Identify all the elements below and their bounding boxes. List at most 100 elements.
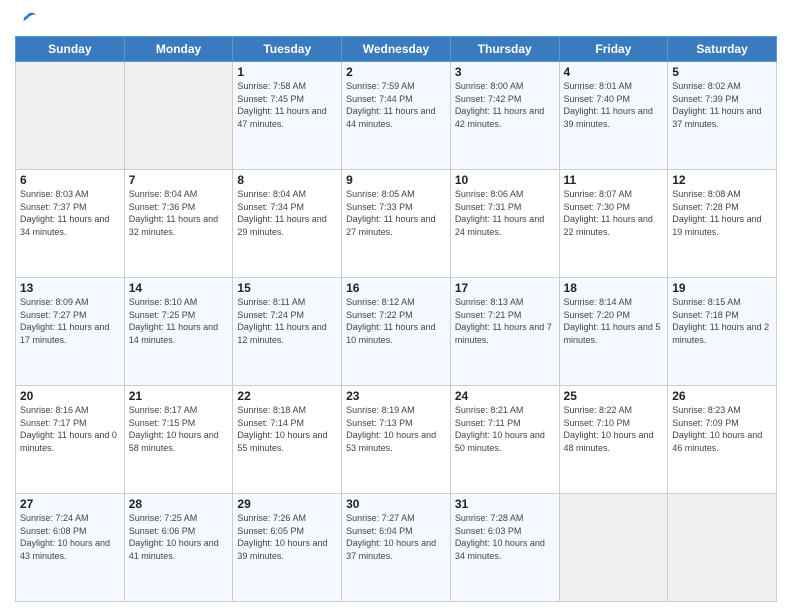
calendar-cell	[668, 494, 777, 602]
day-info: Sunrise: 8:21 AMSunset: 7:11 PMDaylight:…	[455, 404, 555, 454]
day-number: 31	[455, 497, 555, 511]
calendar-cell: 21Sunrise: 8:17 AMSunset: 7:15 PMDayligh…	[124, 386, 233, 494]
day-info: Sunrise: 8:01 AMSunset: 7:40 PMDaylight:…	[564, 80, 664, 130]
calendar-cell: 18Sunrise: 8:14 AMSunset: 7:20 PMDayligh…	[559, 278, 668, 386]
day-of-week-header: Sunday	[16, 37, 125, 62]
day-of-week-header: Friday	[559, 37, 668, 62]
day-number: 2	[346, 65, 446, 79]
day-number: 27	[20, 497, 120, 511]
calendar-cell: 28Sunrise: 7:25 AMSunset: 6:06 PMDayligh…	[124, 494, 233, 602]
day-info: Sunrise: 8:10 AMSunset: 7:25 PMDaylight:…	[129, 296, 229, 346]
calendar-body: 1Sunrise: 7:58 AMSunset: 7:45 PMDaylight…	[16, 62, 777, 602]
day-info: Sunrise: 8:12 AMSunset: 7:22 PMDaylight:…	[346, 296, 446, 346]
calendar-cell: 6Sunrise: 8:03 AMSunset: 7:37 PMDaylight…	[16, 170, 125, 278]
day-info: Sunrise: 8:09 AMSunset: 7:27 PMDaylight:…	[20, 296, 120, 346]
day-info: Sunrise: 7:25 AMSunset: 6:06 PMDaylight:…	[129, 512, 229, 562]
day-number: 6	[20, 173, 120, 187]
day-info: Sunrise: 8:03 AMSunset: 7:37 PMDaylight:…	[20, 188, 120, 238]
calendar-cell: 7Sunrise: 8:04 AMSunset: 7:36 PMDaylight…	[124, 170, 233, 278]
day-number: 19	[672, 281, 772, 295]
day-info: Sunrise: 8:00 AMSunset: 7:42 PMDaylight:…	[455, 80, 555, 130]
calendar-cell: 23Sunrise: 8:19 AMSunset: 7:13 PMDayligh…	[342, 386, 451, 494]
day-info: Sunrise: 7:28 AMSunset: 6:03 PMDaylight:…	[455, 512, 555, 562]
calendar-cell: 12Sunrise: 8:08 AMSunset: 7:28 PMDayligh…	[668, 170, 777, 278]
calendar-cell: 4Sunrise: 8:01 AMSunset: 7:40 PMDaylight…	[559, 62, 668, 170]
day-info: Sunrise: 8:23 AMSunset: 7:09 PMDaylight:…	[672, 404, 772, 454]
day-number: 3	[455, 65, 555, 79]
header	[15, 10, 777, 30]
day-info: Sunrise: 7:59 AMSunset: 7:44 PMDaylight:…	[346, 80, 446, 130]
calendar-table: SundayMondayTuesdayWednesdayThursdayFrid…	[15, 36, 777, 602]
day-info: Sunrise: 7:58 AMSunset: 7:45 PMDaylight:…	[237, 80, 337, 130]
day-info: Sunrise: 8:05 AMSunset: 7:33 PMDaylight:…	[346, 188, 446, 238]
day-info: Sunrise: 8:15 AMSunset: 7:18 PMDaylight:…	[672, 296, 772, 346]
day-number: 14	[129, 281, 229, 295]
day-number: 9	[346, 173, 446, 187]
calendar-cell: 3Sunrise: 8:00 AMSunset: 7:42 PMDaylight…	[450, 62, 559, 170]
day-number: 11	[564, 173, 664, 187]
day-number: 10	[455, 173, 555, 187]
day-of-week-header: Thursday	[450, 37, 559, 62]
day-number: 15	[237, 281, 337, 295]
calendar-cell: 13Sunrise: 8:09 AMSunset: 7:27 PMDayligh…	[16, 278, 125, 386]
day-number: 7	[129, 173, 229, 187]
day-number: 18	[564, 281, 664, 295]
calendar-week-row: 1Sunrise: 7:58 AMSunset: 7:45 PMDaylight…	[16, 62, 777, 170]
day-number: 28	[129, 497, 229, 511]
calendar-cell: 16Sunrise: 8:12 AMSunset: 7:22 PMDayligh…	[342, 278, 451, 386]
day-number: 17	[455, 281, 555, 295]
day-info: Sunrise: 8:14 AMSunset: 7:20 PMDaylight:…	[564, 296, 664, 346]
calendar-header-row: SundayMondayTuesdayWednesdayThursdayFrid…	[16, 37, 777, 62]
calendar-cell: 29Sunrise: 7:26 AMSunset: 6:05 PMDayligh…	[233, 494, 342, 602]
calendar-cell: 25Sunrise: 8:22 AMSunset: 7:10 PMDayligh…	[559, 386, 668, 494]
calendar-cell: 22Sunrise: 8:18 AMSunset: 7:14 PMDayligh…	[233, 386, 342, 494]
calendar-cell: 15Sunrise: 8:11 AMSunset: 7:24 PMDayligh…	[233, 278, 342, 386]
calendar-cell: 14Sunrise: 8:10 AMSunset: 7:25 PMDayligh…	[124, 278, 233, 386]
day-info: Sunrise: 8:08 AMSunset: 7:28 PMDaylight:…	[672, 188, 772, 238]
calendar-cell: 9Sunrise: 8:05 AMSunset: 7:33 PMDaylight…	[342, 170, 451, 278]
day-info: Sunrise: 8:13 AMSunset: 7:21 PMDaylight:…	[455, 296, 555, 346]
day-number: 4	[564, 65, 664, 79]
calendar-page: SundayMondayTuesdayWednesdayThursdayFrid…	[0, 0, 792, 612]
calendar-cell: 8Sunrise: 8:04 AMSunset: 7:34 PMDaylight…	[233, 170, 342, 278]
day-number: 12	[672, 173, 772, 187]
calendar-week-row: 27Sunrise: 7:24 AMSunset: 6:08 PMDayligh…	[16, 494, 777, 602]
calendar-cell: 11Sunrise: 8:07 AMSunset: 7:30 PMDayligh…	[559, 170, 668, 278]
day-number: 5	[672, 65, 772, 79]
day-number: 23	[346, 389, 446, 403]
calendar-cell: 17Sunrise: 8:13 AMSunset: 7:21 PMDayligh…	[450, 278, 559, 386]
day-info: Sunrise: 7:27 AMSunset: 6:04 PMDaylight:…	[346, 512, 446, 562]
calendar-cell: 26Sunrise: 8:23 AMSunset: 7:09 PMDayligh…	[668, 386, 777, 494]
day-number: 26	[672, 389, 772, 403]
day-number: 16	[346, 281, 446, 295]
day-info: Sunrise: 8:04 AMSunset: 7:36 PMDaylight:…	[129, 188, 229, 238]
calendar-cell: 5Sunrise: 8:02 AMSunset: 7:39 PMDaylight…	[668, 62, 777, 170]
day-info: Sunrise: 8:02 AMSunset: 7:39 PMDaylight:…	[672, 80, 772, 130]
day-of-week-header: Monday	[124, 37, 233, 62]
day-info: Sunrise: 8:06 AMSunset: 7:31 PMDaylight:…	[455, 188, 555, 238]
calendar-cell: 31Sunrise: 7:28 AMSunset: 6:03 PMDayligh…	[450, 494, 559, 602]
day-number: 21	[129, 389, 229, 403]
logo-bird-icon	[18, 10, 38, 30]
calendar-cell	[559, 494, 668, 602]
day-number: 1	[237, 65, 337, 79]
logo	[15, 10, 38, 30]
calendar-cell: 2Sunrise: 7:59 AMSunset: 7:44 PMDaylight…	[342, 62, 451, 170]
calendar-cell: 27Sunrise: 7:24 AMSunset: 6:08 PMDayligh…	[16, 494, 125, 602]
day-number: 22	[237, 389, 337, 403]
calendar-cell: 19Sunrise: 8:15 AMSunset: 7:18 PMDayligh…	[668, 278, 777, 386]
day-number: 13	[20, 281, 120, 295]
day-info: Sunrise: 7:24 AMSunset: 6:08 PMDaylight:…	[20, 512, 120, 562]
calendar-cell	[16, 62, 125, 170]
day-of-week-header: Saturday	[668, 37, 777, 62]
day-info: Sunrise: 8:22 AMSunset: 7:10 PMDaylight:…	[564, 404, 664, 454]
calendar-cell	[124, 62, 233, 170]
calendar-cell: 24Sunrise: 8:21 AMSunset: 7:11 PMDayligh…	[450, 386, 559, 494]
day-of-week-header: Wednesday	[342, 37, 451, 62]
day-number: 20	[20, 389, 120, 403]
day-info: Sunrise: 8:16 AMSunset: 7:17 PMDaylight:…	[20, 404, 120, 454]
day-info: Sunrise: 7:26 AMSunset: 6:05 PMDaylight:…	[237, 512, 337, 562]
day-info: Sunrise: 8:18 AMSunset: 7:14 PMDaylight:…	[237, 404, 337, 454]
calendar-week-row: 13Sunrise: 8:09 AMSunset: 7:27 PMDayligh…	[16, 278, 777, 386]
day-info: Sunrise: 8:04 AMSunset: 7:34 PMDaylight:…	[237, 188, 337, 238]
